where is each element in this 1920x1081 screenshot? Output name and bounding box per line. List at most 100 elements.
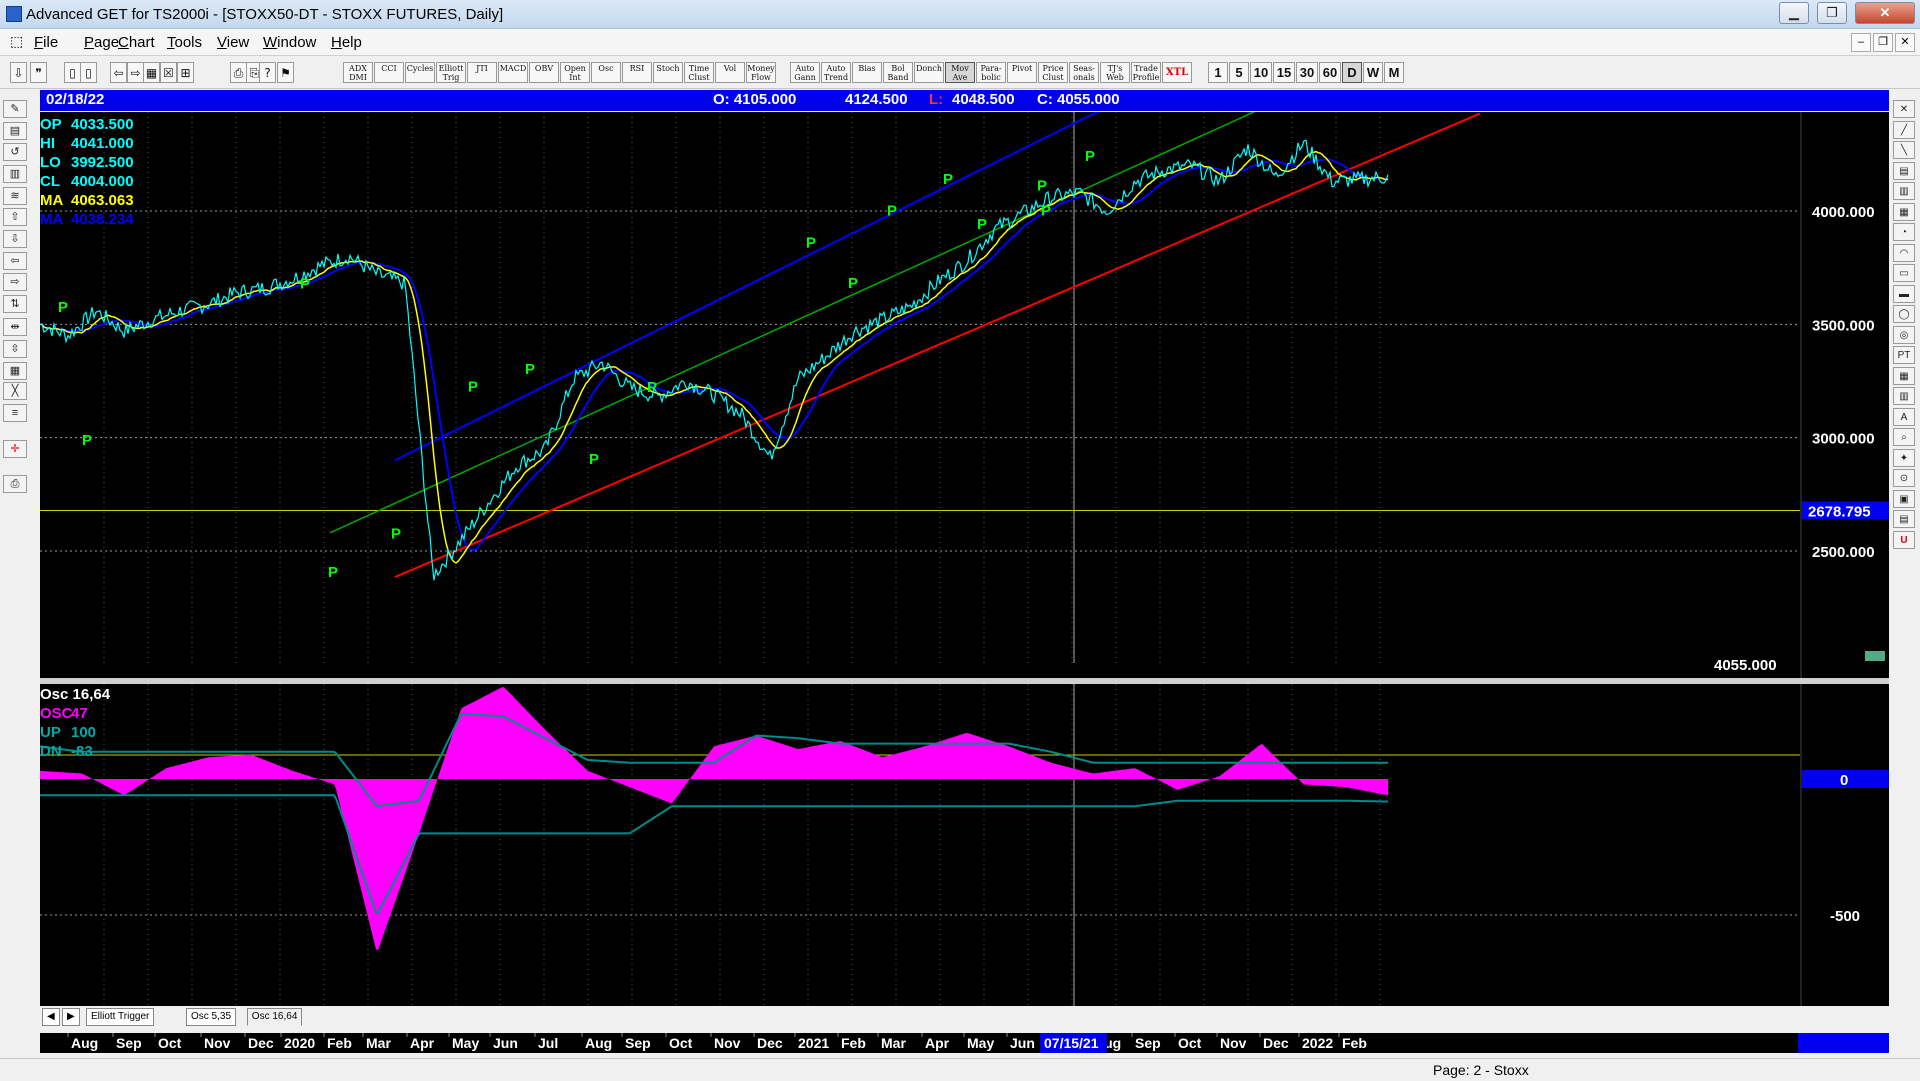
study-button-mov[interactable]: Mov Ave <box>945 62 975 83</box>
indicator-button-open[interactable]: Open Int <box>560 62 590 83</box>
mdi-close-button[interactable]: ✕ <box>1895 33 1915 52</box>
study-button-donch[interactable]: Donch <box>914 62 944 83</box>
tab-elliott-trigger[interactable]: Elliott Trigger <box>86 1008 155 1026</box>
indicator-button-elliott[interactable]: Elliott Trig <box>436 62 466 83</box>
open-icon[interactable]: ▯ <box>80 62 97 83</box>
indicator-button-stoch[interactable]: Stoch <box>653 62 683 83</box>
menu-help[interactable]: Help <box>331 34 362 51</box>
menu-page[interactable]: Page <box>84 34 119 51</box>
study-button-auto[interactable]: Auto Gann <box>790 62 820 83</box>
right-tool-16-icon[interactable]: A <box>1893 407 1915 426</box>
bars-icon[interactable]: ▤ <box>3 122 27 140</box>
timeframe-60[interactable]: 60 <box>1319 62 1341 83</box>
lines-icon[interactable]: ╳ <box>3 382 27 400</box>
right-tool-18-icon[interactable]: ✦ <box>1893 448 1915 467</box>
draw-icon[interactable]: ✎ <box>3 100 27 118</box>
print-icon[interactable]: ⎙ <box>230 62 247 83</box>
elliott-icon[interactable]: ≋ <box>3 187 27 205</box>
maximize-button[interactable]: ❐ <box>1817 2 1847 24</box>
menu-tools[interactable]: Tools <box>167 34 202 51</box>
indicator-button-cci[interactable]: CCI <box>374 62 404 83</box>
expand-v-icon[interactable]: ⇳ <box>3 340 27 358</box>
study-button-price[interactable]: Price Clust <box>1038 62 1068 83</box>
crosshair-icon[interactable]: ✛ <box>3 440 27 458</box>
right-tool-14-icon[interactable]: ▦ <box>1893 366 1915 385</box>
tab-osc-5-35[interactable]: Osc 5,35 <box>186 1008 237 1026</box>
timeframe-d[interactable]: D <box>1342 62 1362 83</box>
right-tool-21-icon[interactable]: ▤ <box>1893 510 1915 528</box>
delete-icon[interactable]: ☒ <box>160 62 177 83</box>
timeframe-10[interactable]: 10 <box>1250 62 1272 83</box>
study-button-para[interactable]: Para- bolic <box>976 62 1006 83</box>
back-icon[interactable]: ⇦ <box>110 62 127 83</box>
study-button-trade[interactable]: Trade Profile <box>1131 62 1161 83</box>
layout-icon[interactable]: ⊞ <box>177 62 194 83</box>
study-button-auto[interactable]: Auto Trend <box>821 62 851 83</box>
indicator-button-osc[interactable]: Osc <box>591 62 621 83</box>
scroll-right-icon[interactable]: ⇨ <box>3 273 27 291</box>
indicator-button-time[interactable]: Time Clust <box>684 62 714 83</box>
context-help-icon[interactable]: ⚑ <box>277 62 294 83</box>
gann-icon[interactable]: ≡ <box>3 404 27 422</box>
right-tool-2-icon[interactable]: ╱ <box>1893 120 1915 139</box>
indicator-button-jti[interactable]: JTI <box>467 62 497 83</box>
study-button-seas[interactable]: Seas- onals <box>1069 62 1099 83</box>
timeframe-30[interactable]: 30 <box>1296 62 1318 83</box>
right-tool-22-icon[interactable]: U <box>1893 530 1915 549</box>
timeframe-w[interactable]: W <box>1363 62 1383 83</box>
right-tool-12-icon[interactable]: ◎ <box>1893 325 1915 344</box>
right-tool-13-icon[interactable]: PT <box>1893 346 1915 364</box>
reset-icon[interactable]: ↺ <box>3 143 27 161</box>
tab-scroll-left[interactable]: ◀ <box>42 1008 60 1026</box>
scroll-up-icon[interactable]: ⇧ <box>3 208 27 226</box>
timeframe-1[interactable]: 1 <box>1208 62 1228 83</box>
tab-osc-16-64[interactable]: Osc 16,64 <box>246 1008 303 1026</box>
timeframe-15[interactable]: 15 <box>1273 62 1295 83</box>
indicator-button-adx[interactable]: ADX DMI <box>343 62 373 83</box>
study-button-bol[interactable]: Bol Band <box>883 62 913 83</box>
mdi-minimize-button[interactable]: – <box>1851 33 1871 52</box>
menu-view[interactable]: View <box>217 34 249 51</box>
right-tool-6-icon[interactable]: ▦ <box>1893 202 1915 221</box>
scroll-left-icon[interactable]: ⇦ <box>3 252 27 270</box>
forward-icon[interactable]: ⇨ <box>127 62 144 83</box>
right-tool-8-icon[interactable]: ◠ <box>1893 243 1915 262</box>
study-button-pivot[interactable]: Pivot <box>1007 62 1037 83</box>
right-tool-7-icon[interactable]: ◔ <box>1893 223 1915 241</box>
study-button-tjs[interactable]: TJ's Web <box>1100 62 1130 83</box>
indicator-button-obv[interactable]: OBV <box>529 62 559 83</box>
tab-scroll-right[interactable]: ▶ <box>62 1008 80 1026</box>
oscillator-pane[interactable]: 0 -500 Osc 16,64 OSC47 UP 100 DN -83 <box>40 684 1889 1006</box>
right-tool-5-icon[interactable]: ▥ <box>1893 182 1915 200</box>
indicator-button-money[interactable]: Money Flow <box>746 62 776 83</box>
pointer-icon[interactable]: ⇩ <box>10 62 27 83</box>
close-button[interactable]: ✕ <box>1855 2 1915 24</box>
study-button-xtl[interactable]: XTL <box>1162 62 1192 83</box>
study-button-bias[interactable]: Bias <box>852 62 882 83</box>
price-chart-pane[interactable]: 4000.000 3500.000 3000.000 2500.000 2678.795… <box>40 112 1889 678</box>
right-tool-15-icon[interactable]: ▥ <box>1893 387 1915 405</box>
indicator-button-vol[interactable]: Vol <box>715 62 745 83</box>
menu-window[interactable]: Window <box>263 34 316 51</box>
grid-icon[interactable]: ▦ <box>143 62 160 83</box>
print-icon[interactable]: ⎙ <box>3 475 27 493</box>
compress-icon[interactable]: ⇅ <box>3 295 27 313</box>
menu-file[interactable]: File <box>34 34 58 51</box>
right-tool-1-icon[interactable]: ✕ <box>1893 100 1915 118</box>
right-tool-19-icon[interactable]: ⊙ <box>1893 469 1915 487</box>
minimize-button[interactable]: ▁ <box>1779 2 1809 24</box>
indicator-button-cycles[interactable]: Cycles <box>405 62 435 83</box>
menu-chart[interactable]: Chart <box>118 34 155 51</box>
quote-icon[interactable]: ❞ <box>30 62 47 83</box>
expand-h-icon[interactable]: ⇹ <box>3 318 27 336</box>
study-icon[interactable]: ▥ <box>3 165 27 183</box>
grid-icon[interactable]: ▦ <box>3 362 27 380</box>
right-tool-11-icon[interactable]: ◯ <box>1893 305 1915 323</box>
right-tool-10-icon[interactable]: ▬ <box>1893 284 1915 303</box>
right-tool-4-icon[interactable]: ▤ <box>1893 161 1915 180</box>
right-tool-9-icon[interactable]: ▭ <box>1893 264 1915 282</box>
right-tool-17-icon[interactable]: ⌕ <box>1893 428 1915 446</box>
timeframe-m[interactable]: M <box>1384 62 1404 83</box>
right-tool-20-icon[interactable]: ▣ <box>1893 489 1915 508</box>
new-page-icon[interactable]: ▯ <box>64 62 81 83</box>
